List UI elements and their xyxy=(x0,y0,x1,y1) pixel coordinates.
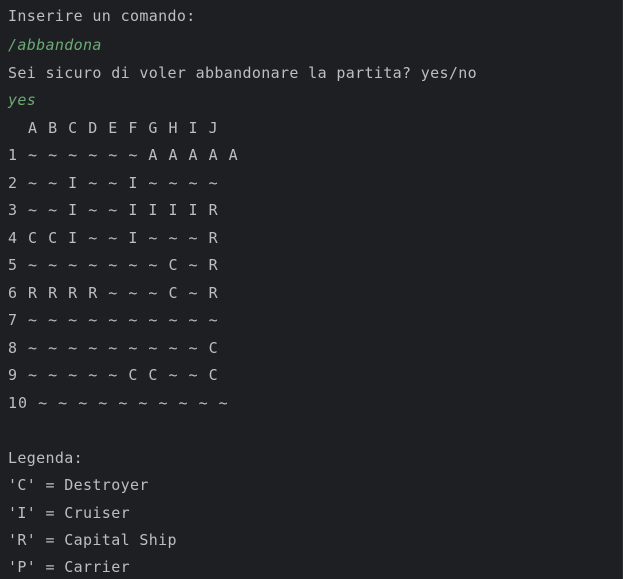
grid-row: 7 ~ ~ ~ ~ ~ ~ ~ ~ ~ ~ xyxy=(8,311,219,329)
legend-item-carrier: 'P' = Carrier xyxy=(8,558,130,576)
console-output[interactable]: Inserire un comando: /abbandona Sei sicu… xyxy=(0,0,623,579)
prompt-text: Inserire un comando: xyxy=(8,7,196,25)
grid-row: 3 ~ ~ I ~ ~ I I I I R xyxy=(8,201,219,219)
grid-row: 2 ~ ~ I ~ ~ I ~ ~ ~ ~ xyxy=(8,174,219,192)
grid-row: 8 ~ ~ ~ ~ ~ ~ ~ ~ ~ C xyxy=(8,339,219,357)
grid-row: 9 ~ ~ ~ ~ ~ C C ~ ~ C xyxy=(8,366,219,384)
user-command: /abbandona xyxy=(8,36,102,54)
grid-row: 10 ~ ~ ~ ~ ~ ~ ~ ~ ~ ~ xyxy=(8,394,229,412)
legend-item-cruiser: 'I' = Cruiser xyxy=(8,504,130,522)
confirm-question: Sei sicuro di voler abbandonare la parti… xyxy=(8,64,478,82)
user-answer: yes xyxy=(8,91,37,109)
grid-row: 5 ~ ~ ~ ~ ~ ~ ~ C ~ R xyxy=(8,256,219,274)
legend-item-destroyer: 'C' = Destroyer xyxy=(8,476,149,494)
legend-title: Legenda: xyxy=(8,449,84,467)
legend-item-capital-ship: 'R' = Capital Ship xyxy=(8,531,177,549)
grid-row: 4 C C I ~ ~ I ~ ~ ~ R xyxy=(8,229,219,247)
grid-row: 1 ~ ~ ~ ~ ~ ~ A A A A A xyxy=(8,146,239,164)
grid-column-header: A B C D E F G H I J xyxy=(8,119,219,137)
grid-row: 6 R R R R ~ ~ ~ C ~ R xyxy=(8,284,219,302)
